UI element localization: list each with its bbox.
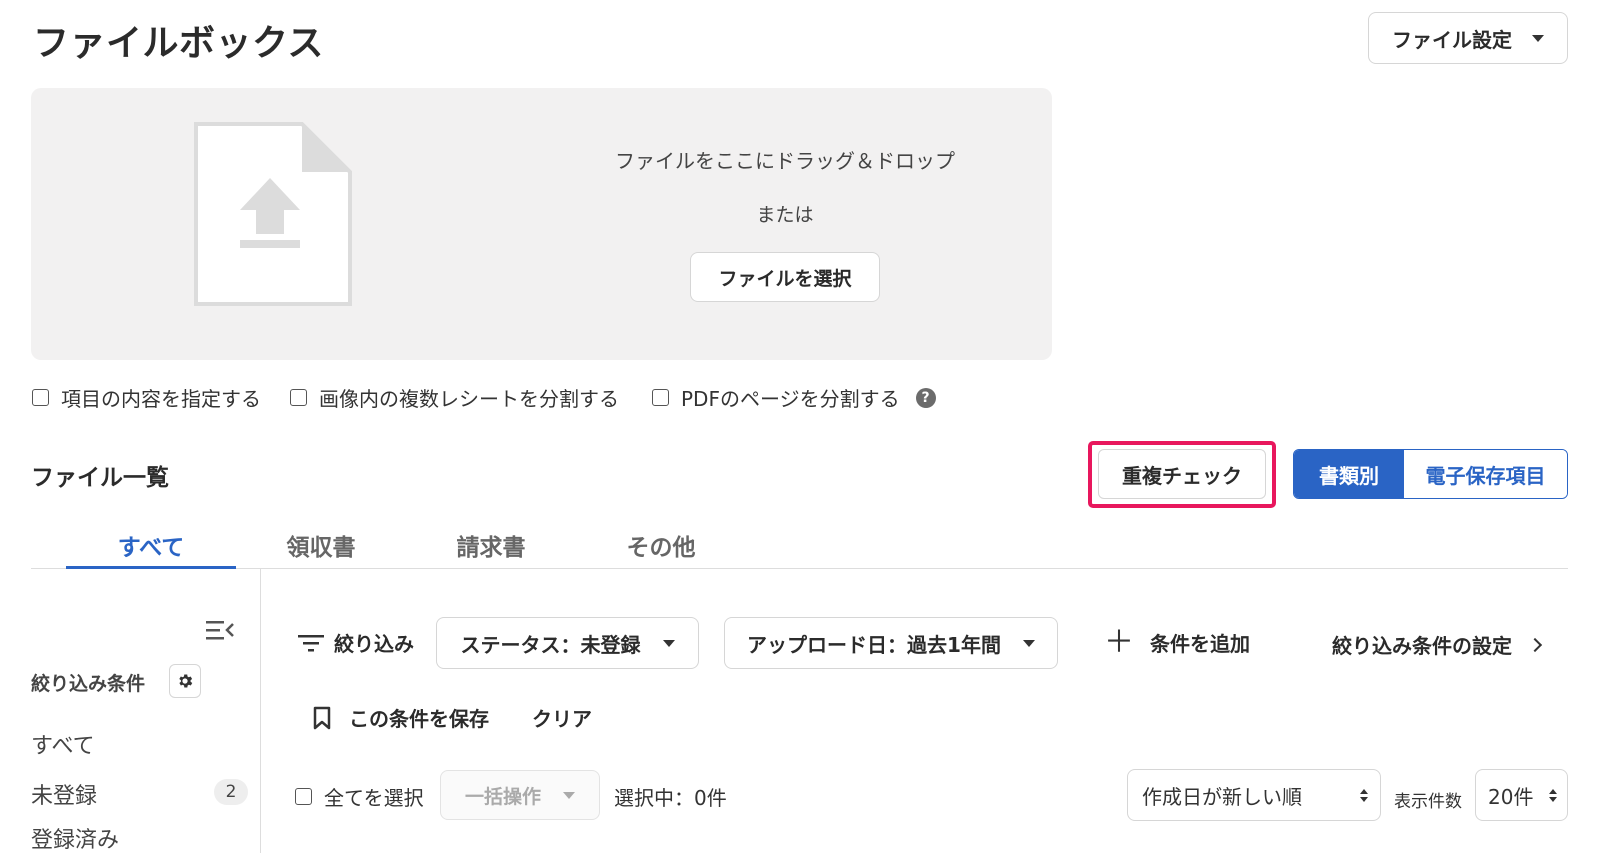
toggle-electronic-items[interactable]: 電子保存項目 — [1404, 450, 1567, 498]
filter-settings-label: 絞り込み条件の設定 — [1332, 634, 1512, 658]
view-toggle: 書類別 電子保存項目 — [1293, 449, 1568, 499]
sidebar-item-unregistered[interactable]: 未登録 — [31, 778, 97, 810]
select-file-button[interactable]: ファイルを選択 — [690, 252, 880, 302]
tab-others[interactable]: その他 — [576, 522, 746, 569]
filter-label[interactable]: 絞り込み — [298, 628, 414, 657]
or-text: または — [756, 204, 814, 226]
sidebar-item-registered[interactable]: 登録済み — [31, 822, 119, 853]
option-checkbox[interactable] — [290, 389, 307, 406]
collapse-sidebar-icon[interactable] — [206, 620, 234, 640]
per-page-value: 20件 — [1488, 784, 1534, 809]
bookmark-icon — [313, 706, 331, 729]
file-list-title: ファイル一覧 — [31, 465, 169, 491]
option-label: PDFのページを分割する — [681, 387, 900, 411]
select-all[interactable]: 全てを選択 — [295, 782, 424, 811]
plus-icon: ＋ — [1104, 624, 1134, 660]
option-split-receipts[interactable]: 画像内の複数レシートを分割する — [290, 383, 619, 412]
option-split-pdf[interactable]: PDFのページを分割する ? — [652, 383, 936, 412]
sidebar-item-all[interactable]: すべて — [31, 728, 95, 760]
toggle-by-document[interactable]: 書類別 — [1294, 450, 1404, 498]
filter-label-text: 絞り込み — [334, 632, 414, 656]
tab-all[interactable]: すべて — [66, 522, 236, 569]
file-upload-icon — [194, 122, 352, 306]
tab-bar: すべて 領収書 請求書 その他 — [31, 522, 1568, 569]
sort-updown-icon — [1549, 788, 1557, 802]
add-condition-label: 条件を追加 — [1150, 632, 1250, 656]
bulk-action-label: 一括操作 — [464, 785, 541, 808]
count-badge: 2 — [214, 779, 248, 805]
caret-down-icon — [1022, 639, 1035, 647]
filter-settings-link[interactable]: 絞り込み条件の設定 — [1332, 630, 1543, 659]
option-label: 項目の内容を指定する — [61, 387, 261, 411]
select-all-checkbox[interactable] — [295, 788, 312, 805]
sidebar-settings-button[interactable] — [169, 664, 201, 698]
upload-date-filter-label: アップロード日：過去1年間 — [747, 632, 1001, 657]
selected-count: 選択中：0件 — [614, 786, 727, 810]
status-filter-pill[interactable]: ステータス：未登録 — [436, 617, 699, 669]
sort-value: 作成日が新しい順 — [1142, 784, 1302, 809]
save-condition-label: この条件を保存 — [349, 707, 489, 731]
filter-icon — [298, 634, 324, 651]
status-filter-label: ステータス：未登録 — [460, 632, 641, 657]
sidebar-divider — [260, 569, 261, 853]
save-condition-button[interactable]: この条件を保存 — [313, 703, 489, 732]
drop-instruction: ファイルをここにドラッグ＆ドロップ — [615, 149, 955, 173]
sidebar-title: 絞り込み条件 — [31, 673, 146, 695]
gear-icon — [179, 674, 193, 688]
duplicate-check-button[interactable]: 重複チェック — [1098, 449, 1266, 499]
file-settings-button[interactable]: ファイル設定 — [1368, 12, 1568, 64]
option-specify-fields[interactable]: 項目の内容を指定する — [32, 383, 261, 412]
chevron-right-icon — [1527, 637, 1543, 652]
file-settings-label: ファイル設定 — [1392, 27, 1512, 52]
option-label: 画像内の複数レシートを分割する — [319, 387, 619, 411]
option-checkbox[interactable] — [652, 389, 669, 406]
upload-date-filter-pill[interactable]: アップロード日：過去1年間 — [724, 617, 1058, 669]
option-checkbox[interactable] — [32, 389, 49, 406]
caret-down-icon — [563, 791, 575, 799]
tab-receipts[interactable]: 領収書 — [236, 522, 406, 569]
sort-select[interactable]: 作成日が新しい順 — [1127, 769, 1381, 821]
clear-button[interactable]: クリア — [532, 703, 592, 732]
add-condition-button[interactable]: ＋ 条件を追加 — [1104, 624, 1250, 660]
help-icon[interactable]: ? — [915, 387, 936, 408]
select-all-label: 全てを選択 — [324, 786, 424, 810]
per-page-select[interactable]: 20件 — [1475, 769, 1568, 821]
caret-down-icon — [1532, 34, 1544, 42]
sort-updown-icon — [1360, 788, 1368, 802]
per-page-label: 表示件数 — [1394, 792, 1462, 812]
tab-invoices[interactable]: 請求書 — [406, 522, 576, 569]
caret-down-icon — [662, 639, 675, 647]
page-title: ファイルボックス — [33, 23, 324, 64]
bulk-action-dropdown[interactable]: 一括操作 — [440, 770, 600, 820]
